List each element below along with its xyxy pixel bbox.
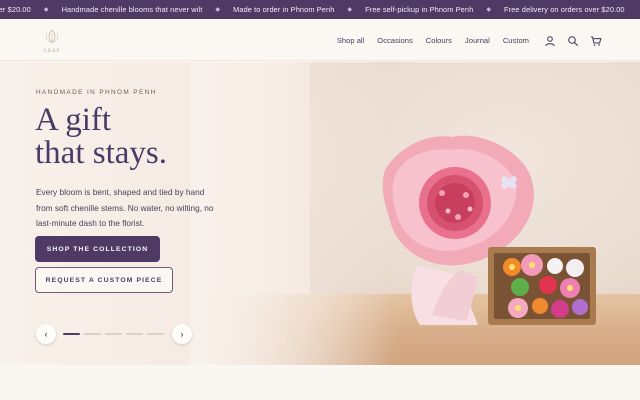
diamond-separator-icon: ◆ — [43, 7, 49, 13]
box-flower-green — [511, 278, 529, 296]
cart-icon[interactable] — [590, 34, 602, 46]
flower-bud — [463, 192, 469, 198]
account-icon[interactable] — [544, 34, 556, 47]
box-flower-purple — [572, 299, 588, 315]
announcement-track: ery over $20.00◆ Handmade chenille bloom… — [0, 0, 625, 19]
announcement-item: ery over $20.00◆ — [0, 5, 49, 14]
chevron-right-icon: › — [180, 329, 184, 339]
carousel-dot-2[interactable] — [84, 333, 101, 335]
main-nav: Shop all Occasions Colours Journal Custo… — [324, 19, 529, 61]
bouquet-illustration — [382, 135, 596, 325]
nav-shop-all[interactable]: Shop all — [337, 36, 364, 45]
headline-line-1: A gift — [35, 102, 112, 138]
search-icon[interactable] — [567, 34, 579, 46]
announcement-item: Free self-pickup in Phnom Penh ◆ — [365, 5, 492, 14]
carousel-dot-1[interactable] — [63, 333, 80, 335]
site-header: LEAF Shop all Occasions Colours Journal … — [0, 19, 640, 61]
flower-center — [529, 262, 535, 268]
diamond-separator-icon: ◆ — [215, 7, 221, 13]
nav-custom[interactable]: Custom — [503, 36, 529, 45]
flower-bud — [455, 214, 461, 220]
box-flower-orange — [532, 298, 548, 314]
chevron-left-icon: ‹ — [44, 329, 48, 339]
flower-center — [509, 264, 515, 270]
hero-headline: A gift that stays. — [35, 104, 235, 170]
logo-wordmark: LEAF — [44, 48, 60, 54]
announcement-item: Free delivery on orders over $20.00 — [504, 5, 625, 14]
diamond-separator-icon: ◆ — [486, 7, 492, 13]
hero-eyebrow: HANDMADE IN PHNOM PENH — [36, 89, 157, 96]
carousel-dot-3[interactable] — [105, 333, 122, 335]
carousel-dot-4[interactable] — [126, 333, 143, 335]
request-custom-button[interactable]: REQUEST A CUSTOM PIECE — [35, 267, 173, 293]
hero-description: Every bloom is bent, shaped and tied by … — [36, 187, 214, 228]
diamond-separator-icon: ◆ — [347, 7, 353, 13]
carousel-indicators — [63, 333, 164, 335]
flower-bud — [439, 190, 445, 196]
announcement-item: Handmade chenille blooms that never wilt… — [61, 5, 221, 14]
header-icons — [544, 19, 602, 61]
carousel-next-button[interactable]: › — [172, 324, 192, 344]
nav-colours[interactable]: Colours — [426, 36, 452, 45]
nav-journal[interactable]: Journal — [465, 36, 490, 45]
nav-occasions[interactable]: Occasions — [377, 36, 412, 45]
page-content-start — [0, 365, 640, 400]
flower-center — [515, 305, 521, 311]
box-flower-white — [547, 258, 563, 274]
flower-bud — [467, 206, 473, 212]
announcement-item: Made to order in Phnom Penh ◆ — [233, 5, 353, 14]
carousel-dot-5[interactable] — [147, 333, 164, 335]
shop-collection-button[interactable]: SHOP THE COLLECTION — [35, 236, 160, 262]
carousel-prev-button[interactable]: ‹ — [36, 324, 56, 344]
flower-center — [567, 285, 573, 291]
flower-bud — [445, 208, 451, 214]
brand-logo[interactable]: LEAF — [38, 27, 66, 55]
headline-line-2: that stays. — [35, 135, 167, 171]
announcement-bar: ery over $20.00◆ Handmade chenille bloom… — [0, 0, 640, 19]
box-flower-white — [566, 259, 584, 277]
box-flower-magenta — [551, 300, 569, 318]
box-flower-red — [539, 276, 557, 294]
leaf-logo-icon: LEAF — [44, 29, 60, 54]
